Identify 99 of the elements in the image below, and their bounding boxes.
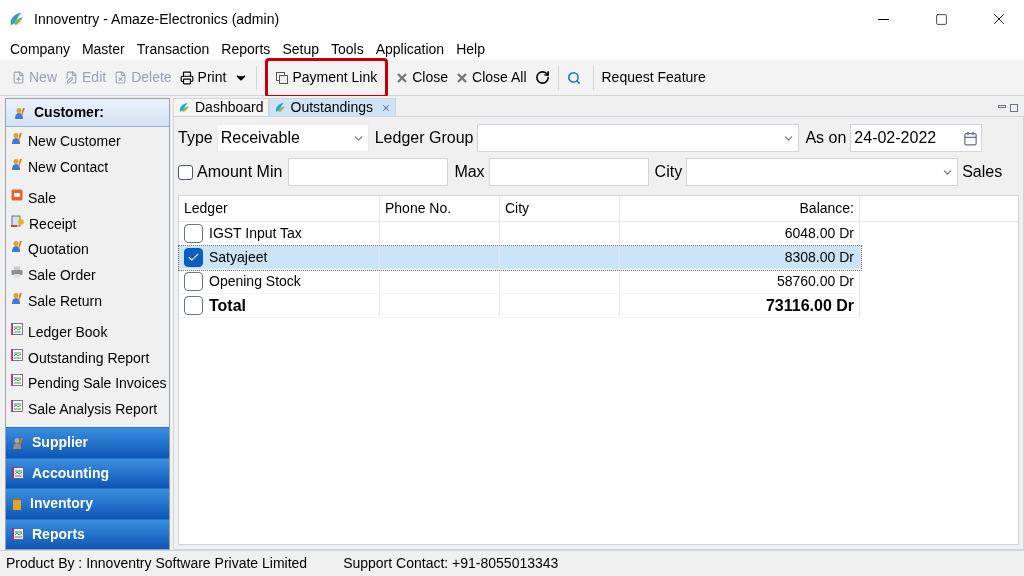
menu-item[interactable]: Transaction [130,38,216,60]
ledger-cell-text: IGST Input Tax [209,224,302,243]
sidebar-section[interactable]: Supplier [6,427,169,458]
row-checkbox[interactable] [184,248,203,267]
as-on-label: As on [805,128,847,148]
request-feature-button[interactable]: Request Feature [597,65,710,90]
column-header[interactable]: Balance: [620,196,860,221]
ledger-cell-text: Total [209,295,247,316]
menu-item[interactable]: Master [75,38,131,60]
max-label: Max [454,162,485,182]
sidebar-item[interactable]: New Contact [6,155,169,182]
person-icon [11,240,23,253]
receipt-icon [11,214,24,228]
amount-min-field[interactable] [288,158,449,186]
tab[interactable]: Dashboard [173,98,269,116]
report-icon [12,528,24,541]
menu-item[interactable]: Application [369,38,451,60]
amount-min-label: Amount Min [197,162,283,182]
minimize-icon [877,18,889,20]
report-icon [11,323,23,336]
product-text: Product By : Innoventry Software Private Limited [6,554,308,573]
report-icon [11,399,23,412]
sidebar-item[interactable]: Pending Sale Invoices [6,372,169,398]
sidebar-item[interactable]: Sale Analysis Report [6,397,169,424]
sidebar-item[interactable]: Quotation [6,238,169,264]
check-icon [187,251,200,264]
tab-logo-icon [273,101,287,114]
type-label: Type [178,128,213,148]
balance-cell-text: 8308.00 Dr [784,248,854,267]
report-icon [11,348,23,361]
link-icon [276,71,289,84]
table-row[interactable]: Opening Stock 58760.00 Dr [179,270,861,294]
table-row[interactable]: Total 73116.00 Dr [179,294,861,318]
close-x-icon [396,71,409,84]
person-icon [11,291,23,304]
new-file-icon [12,71,25,84]
close-button[interactable]: Close [392,65,453,90]
report-icon [11,374,23,387]
person-icon [11,132,23,144]
type-dropdown[interactable]: Receivable [216,124,369,152]
maximize-icon [934,12,948,26]
support-contact-text: Support Contact: +91-8055013343 [343,554,559,573]
balance-cell-text: 6048.00 Dr [784,224,854,243]
sidebar-item[interactable]: New Customer [6,130,169,156]
sidebar-item[interactable]: Receipt [6,212,169,239]
tab[interactable]: Outstandings [268,98,396,116]
sidebar-item[interactable]: Outstanding Report [6,346,169,373]
person-icon [14,106,26,119]
close-button[interactable]: Close All [452,65,531,90]
sidebar-item[interactable]: Ledger Book [6,321,169,347]
max-field[interactable] [488,158,649,186]
edit-icon [65,71,78,84]
report-icon [12,467,24,480]
column-header[interactable]: Phone No. [380,196,500,221]
menu-item[interactable]: Help [450,38,491,60]
ledger-cell-text: Satyajeet [209,248,268,267]
column-header[interactable]: City [500,196,620,221]
row-checkbox[interactable] [184,296,203,315]
balance-cell-text: 73116.00 Dr [765,295,854,316]
menu-item[interactable]: Tools [324,38,370,60]
bag-icon [12,497,22,511]
menu-item[interactable]: Company [4,38,76,60]
date-field[interactable]: 24-02-2022 [850,124,983,152]
minimize-view-icon[interactable] [998,105,1006,108]
sidebar-section[interactable]: Reports [6,518,169,549]
maximize-view-icon[interactable] [1010,104,1018,112]
sidebar-item[interactable]: Sale Order [6,263,169,290]
person-icon [12,436,24,449]
city-label: City [654,162,683,182]
column-header[interactable]: Ledger [179,196,380,221]
app-logo-icon [8,10,26,28]
menu-item[interactable]: Reports [215,38,277,60]
refresh-icon [534,70,550,85]
balance-cell-text: 58760.00 Dr [776,272,854,291]
sidebar-section[interactable]: Inventory [6,488,169,519]
row-checkbox[interactable] [184,224,203,243]
ledger-cell-text: Opening Stock [209,272,301,291]
sidebar-item[interactable]: Sale [6,187,169,213]
row-checkbox[interactable] [184,272,203,291]
menu-item[interactable]: Setup [276,38,325,60]
table-row[interactable]: Satyajeet 8308.00 Dr [179,246,861,270]
sidebar-item[interactable]: Sale Return [6,289,169,316]
cart-icon [11,189,23,202]
printer-icon [11,265,23,278]
delete-icon [114,71,128,84]
printer-icon [179,70,194,85]
tab-close-icon[interactable] [381,102,391,113]
search-icon [566,70,581,85]
calendar-icon[interactable] [963,130,979,146]
person-icon [11,157,23,170]
sidebar-header-title: Customer: [34,103,104,122]
ledger-group-label: Ledger Group [374,128,474,148]
window-title: Innoventry - Amaze-Electronics (admin) [34,9,280,29]
sales-label: Sales [962,162,1003,182]
close-x-icon [456,71,469,84]
tab-logo-icon [178,101,191,114]
sidebar-section[interactable]: Accounting [6,457,169,488]
print-button[interactable]: Print [175,65,231,90]
amount-checkbox[interactable] [178,164,193,180]
